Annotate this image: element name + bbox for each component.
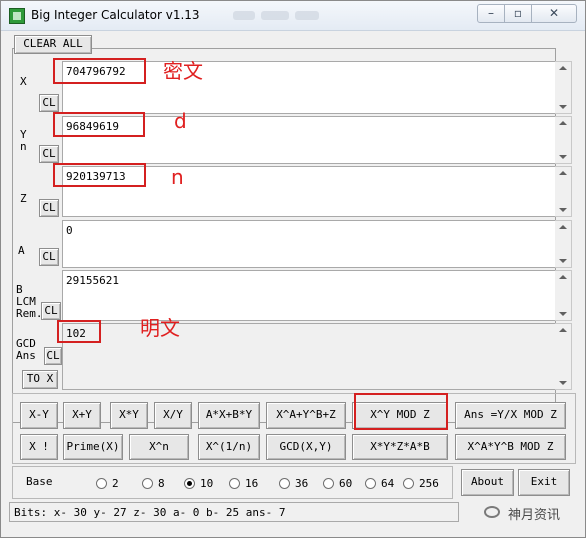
scroll-down-icon[interactable]: [559, 381, 567, 385]
op-x-div-y-button[interactable]: X/Y: [154, 402, 192, 429]
annotation-ciphertext: 密文: [163, 59, 203, 83]
watermark: 神月资讯: [484, 504, 560, 523]
scroll-up-icon[interactable]: [559, 171, 567, 175]
base-option-label: 36: [295, 477, 309, 490]
scroll-down-icon[interactable]: [559, 155, 567, 159]
annotation-n: n: [171, 165, 184, 189]
z-label: Z: [20, 192, 27, 205]
highlight-modpow: [354, 393, 448, 430]
op-factorial-button[interactable]: X !: [20, 434, 58, 460]
watermark-text: 神月资讯: [508, 508, 561, 523]
ans-output[interactable]: 102: [62, 323, 555, 390]
scroll-down-icon[interactable]: [559, 105, 567, 109]
close-button[interactable]: ✕: [531, 4, 577, 23]
scroll-up-icon[interactable]: [559, 275, 567, 279]
base-option-label: 10: [200, 477, 214, 490]
op-multi-modpow-button[interactable]: X^A*Y^B MOD Z: [455, 434, 566, 460]
base-radio-10[interactable]: [184, 478, 195, 489]
annotation-d: d: [174, 109, 187, 133]
maximize-button[interactable]: ▫: [504, 4, 532, 23]
scroll-up-icon[interactable]: [559, 225, 567, 229]
clear-z-button[interactable]: CL: [39, 199, 59, 217]
b-scrollbar[interactable]: [555, 270, 572, 321]
z-scrollbar[interactable]: [555, 166, 572, 217]
op-product-button[interactable]: X*Y*Z*A*B: [352, 434, 448, 460]
calculator-window: Big Integer Calculator v1.13 – ▫ ✕ CLEAR…: [0, 0, 586, 538]
b-input[interactable]: 29155621: [62, 270, 555, 321]
minimize-button[interactable]: –: [477, 4, 505, 23]
clear-all-button[interactable]: CLEAR ALL: [14, 35, 92, 54]
x-scrollbar[interactable]: [555, 61, 572, 114]
blurred-menu-item: [233, 11, 255, 20]
scroll-up-icon[interactable]: [559, 328, 567, 332]
a-scrollbar[interactable]: [555, 220, 572, 268]
base-radio-60[interactable]: [323, 478, 334, 489]
wechat-icon: [484, 506, 500, 518]
highlight-ans: [57, 320, 101, 343]
blurred-menu-item: [295, 11, 319, 20]
base-option-label: 8: [158, 477, 165, 490]
title-bar[interactable]: Big Integer Calculator v1.13 – ▫ ✕: [1, 1, 585, 31]
clear-x-button[interactable]: CL: [39, 94, 59, 112]
base-radio-64[interactable]: [365, 478, 376, 489]
b-value: 29155621: [66, 274, 119, 287]
base-option-label: 16: [245, 477, 259, 490]
x-label: X: [20, 75, 27, 88]
base-radio-36[interactable]: [279, 478, 290, 489]
a-label: A: [18, 244, 25, 257]
base-option-label: 60: [339, 477, 353, 490]
op-x-pow-n-button[interactable]: X^n: [129, 434, 189, 460]
op-nth-root-button[interactable]: X^(1/n): [198, 434, 260, 460]
scroll-down-icon[interactable]: [559, 312, 567, 316]
op-x-minus-y-button[interactable]: X-Y: [20, 402, 58, 429]
a-input[interactable]: 0: [62, 220, 555, 268]
annotation-plaintext: 明文: [140, 316, 180, 340]
op-ans-mod-inverse-button[interactable]: Ans =Y/X MOD Z: [455, 402, 566, 429]
highlight-x: [53, 58, 146, 84]
op-ax-plus-by-button[interactable]: A*X+B*Y: [198, 402, 260, 429]
clear-ans-button[interactable]: CL: [44, 347, 62, 365]
exit-button[interactable]: Exit: [518, 469, 570, 496]
about-button[interactable]: About: [461, 469, 514, 496]
ans-label: GCD Ans: [16, 337, 36, 362]
op-power-sum-button[interactable]: X^A+Y^B+Z: [266, 402, 346, 429]
op-gcd-button[interactable]: GCD(X,Y): [266, 434, 346, 460]
base-option-label: 64: [381, 477, 395, 490]
base-option-label: 256: [419, 477, 439, 490]
b-label: B LCM Rem.: [16, 283, 43, 320]
status-text: Bits: x- 30 y- 27 z- 30 a- 0 b- 25 ans- …: [14, 506, 286, 519]
app-icon: [9, 8, 25, 24]
op-x-plus-y-button[interactable]: X+Y: [63, 402, 101, 429]
scroll-up-icon[interactable]: [559, 66, 567, 70]
clear-b-button[interactable]: CL: [41, 302, 61, 320]
scroll-up-icon[interactable]: [559, 121, 567, 125]
ans-scrollbar[interactable]: [555, 323, 572, 390]
a-value: 0: [66, 224, 73, 237]
client-area: CLEAR ALL X CL 704796792 Y n CL 96849619…: [8, 32, 579, 532]
base-radio-2[interactable]: [96, 478, 107, 489]
base-radio-256[interactable]: [403, 478, 414, 489]
base-option-label: 2: [112, 477, 119, 490]
base-radio-16[interactable]: [229, 478, 240, 489]
base-radio-8[interactable]: [142, 478, 153, 489]
y-scrollbar[interactable]: [555, 116, 572, 164]
op-prime-button[interactable]: Prime(X): [63, 434, 123, 460]
scroll-down-icon[interactable]: [559, 208, 567, 212]
highlight-y: [53, 112, 145, 137]
blurred-menu-item: [261, 11, 289, 20]
window-title: Big Integer Calculator v1.13: [31, 8, 200, 22]
base-label: Base: [26, 475, 53, 488]
clear-a-button[interactable]: CL: [39, 248, 59, 266]
y-label: Y n: [20, 128, 27, 153]
clear-y-button[interactable]: CL: [39, 145, 59, 163]
status-bar: Bits: x- 30 y- 27 z- 30 a- 0 b- 25 ans- …: [9, 502, 459, 522]
op-x-times-y-button[interactable]: X*Y: [110, 402, 148, 429]
highlight-z: [53, 163, 146, 187]
to-x-button[interactable]: TO X: [22, 370, 58, 389]
scroll-down-icon[interactable]: [559, 259, 567, 263]
